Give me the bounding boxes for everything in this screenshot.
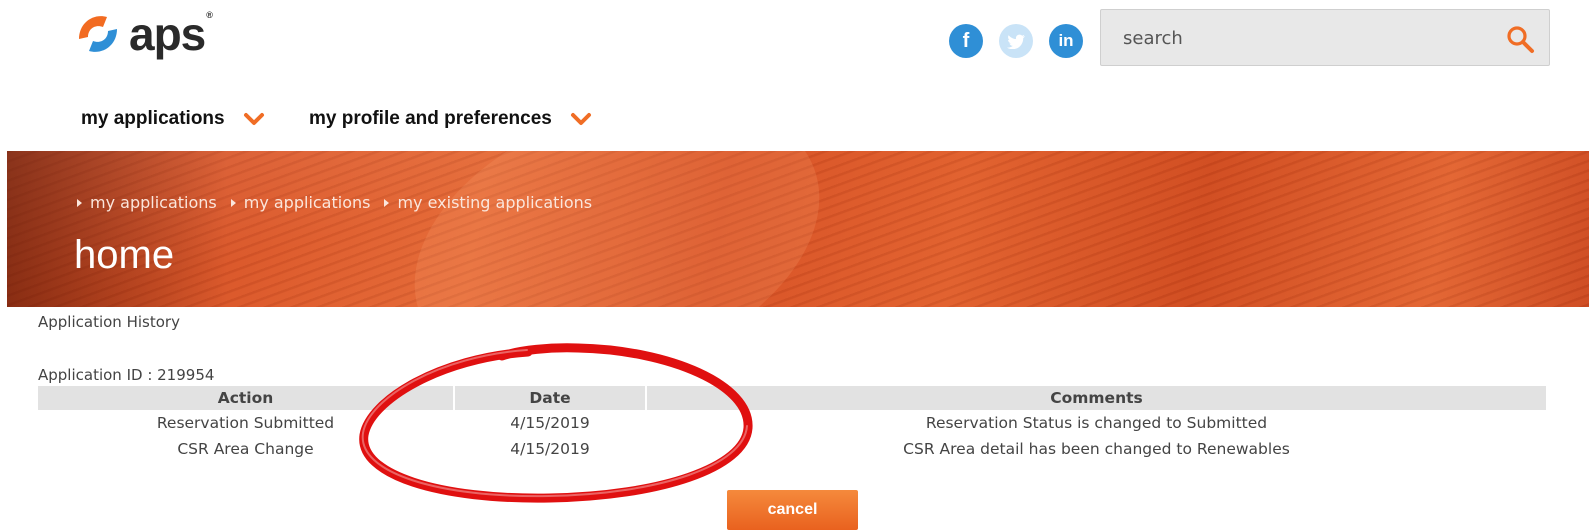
nav-label: my profile and preferences bbox=[309, 108, 552, 129]
cell-date: 4/15/2019 bbox=[510, 414, 590, 432]
breadcrumb-item[interactable]: my existing applications bbox=[384, 193, 592, 212]
banner-highlight bbox=[375, 151, 859, 307]
application-history-table: Action Date Comments Reservation Submitt… bbox=[38, 386, 1546, 462]
twitter-icon[interactable] bbox=[999, 24, 1033, 58]
column-header-date: Date bbox=[455, 386, 645, 410]
banner-shade bbox=[7, 151, 227, 307]
nav-my-profile-and-preferences[interactable]: my profile and preferences bbox=[309, 108, 592, 130]
cancel-button[interactable]: cancel bbox=[727, 490, 858, 530]
hero-banner: my applications my applications my exist… bbox=[7, 151, 1589, 307]
breadcrumb-arrow-icon bbox=[384, 198, 390, 207]
breadcrumb-arrow-icon bbox=[77, 198, 82, 207]
search-box bbox=[1100, 9, 1550, 66]
column-header-action: Action bbox=[38, 386, 453, 410]
cell-comments: CSR Area detail has been changed to Rene… bbox=[903, 440, 1290, 458]
aps-logo[interactable]: aps® bbox=[73, 8, 213, 60]
breadcrumb-item[interactable]: my applications bbox=[230, 193, 370, 212]
search-icon[interactable] bbox=[1505, 24, 1535, 54]
linkedin-icon[interactable]: in bbox=[1049, 24, 1083, 58]
cell-action: Reservation Submitted bbox=[156, 414, 335, 432]
cell-comments: Reservation Status is changed to Submitt… bbox=[925, 414, 1268, 432]
table-row: Reservation Submitted 4/15/2019 Reservat… bbox=[38, 410, 1546, 436]
section-label: Application History bbox=[38, 313, 180, 331]
search-input[interactable] bbox=[1123, 24, 1483, 52]
aps-logo-mark-icon bbox=[79, 16, 117, 52]
logo-wordmark: aps® bbox=[129, 8, 213, 60]
chevron-down-icon bbox=[243, 113, 264, 125]
nav-label: my applications bbox=[81, 108, 225, 129]
column-header-comments: Comments bbox=[647, 386, 1546, 410]
nav-my-applications[interactable]: my applications bbox=[81, 108, 265, 130]
facebook-icon[interactable]: f bbox=[949, 24, 983, 58]
page-title: home bbox=[74, 233, 175, 277]
cell-action: CSR Area Change bbox=[177, 440, 314, 458]
table-row: CSR Area Change 4/15/2019 CSR Area detai… bbox=[38, 436, 1546, 462]
table-header-row: Action Date Comments bbox=[38, 386, 1546, 410]
breadcrumb-item[interactable]: my applications bbox=[77, 193, 217, 212]
twitter-bird-icon bbox=[1007, 34, 1025, 49]
breadcrumb-arrow-icon bbox=[230, 198, 236, 207]
chevron-down-icon bbox=[570, 113, 591, 125]
application-id: Application ID : 219954 bbox=[38, 366, 215, 384]
cell-date: 4/15/2019 bbox=[510, 440, 590, 458]
breadcrumb: my applications my applications my exist… bbox=[77, 193, 592, 212]
